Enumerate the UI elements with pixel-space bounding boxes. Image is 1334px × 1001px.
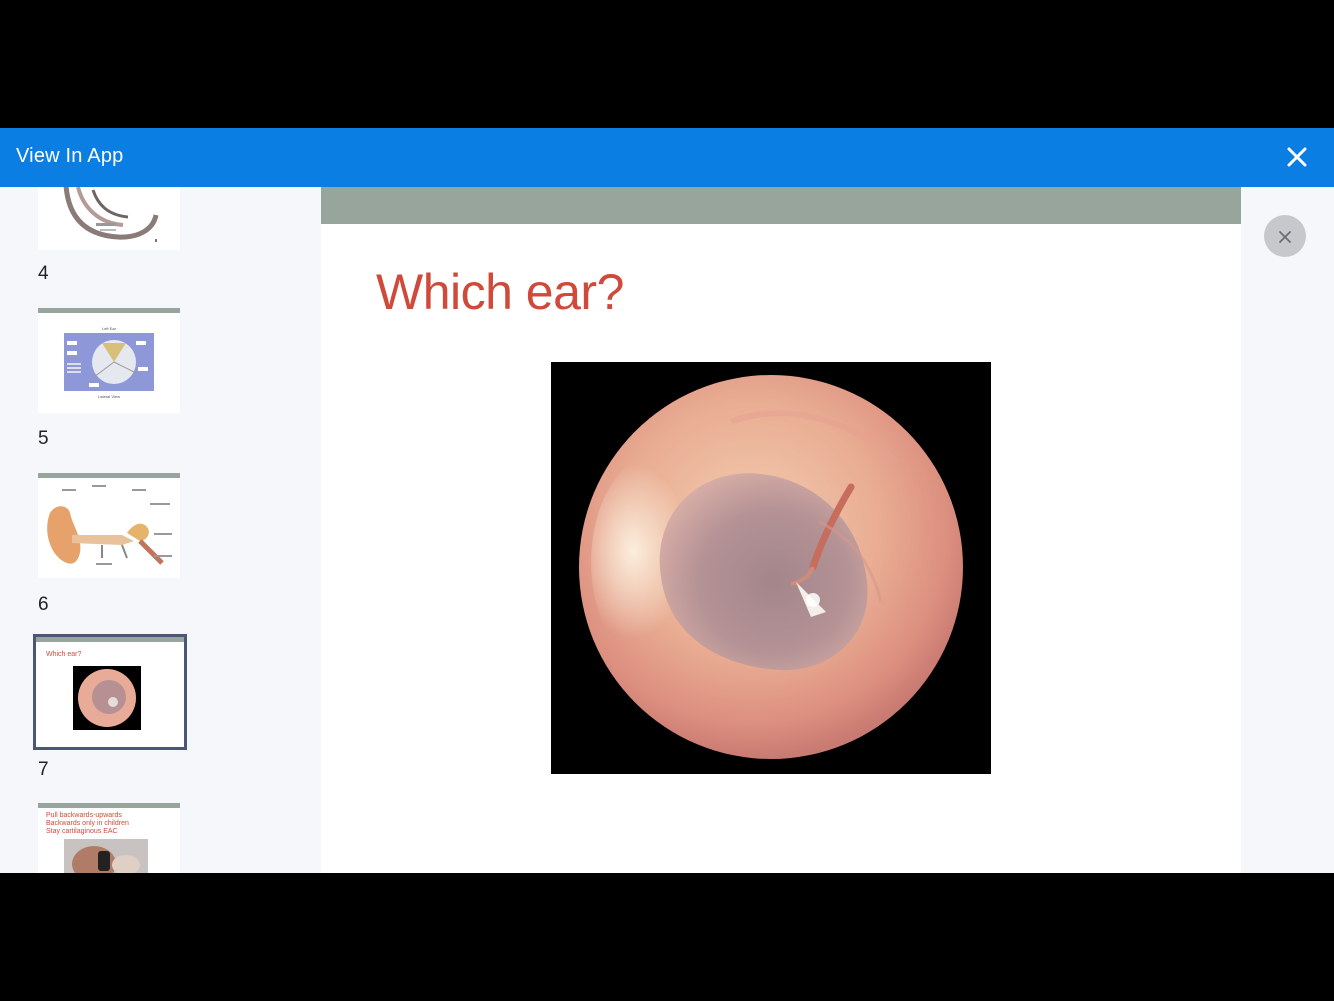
ear-anatomy-sketch-icon [63, 187, 159, 242]
close-icon [1279, 231, 1291, 243]
thumbnail-header-band [36, 637, 184, 642]
thumbnail-header-band [38, 803, 180, 808]
otoscope-photo-icon [64, 839, 148, 873]
presentation-viewer: 4 Left Ear Lateral View 5 6 Which ear? 7… [0, 187, 1334, 873]
ear-diagram-icon [64, 333, 154, 391]
otoscope-eardrum-image [551, 362, 991, 774]
slide-thumbnail-5[interactable]: Left Ear Lateral View [38, 308, 180, 413]
slide-number-6: 6 [38, 594, 49, 615]
bottom-letterbox [0, 873, 1334, 1001]
thumbnail-heading: Left Ear [101, 326, 116, 331]
thumbnail-caption: Lateral View [98, 394, 120, 399]
eardrum-photo [551, 362, 991, 774]
close-icon[interactable] [1282, 142, 1312, 172]
slide-number-5: 5 [38, 428, 49, 449]
view-in-app-bar: View In App [0, 128, 1334, 187]
slide-thumbnail-7-selected[interactable]: Which ear? [33, 634, 187, 750]
slide-header-band [321, 187, 1241, 224]
current-slide: Which ear? [321, 187, 1241, 873]
slide-number-4: 4 [38, 263, 49, 284]
slide-number-7: 7 [38, 759, 49, 780]
slide-thumbnail-8[interactable]: Pull backwards-upwards Backwards only in… [38, 803, 180, 873]
thumbnail-bullets: Pull backwards-upwards Backwards only in… [46, 812, 129, 835]
slide-thumbnail-sidebar[interactable]: 4 Left Ear Lateral View 5 6 Which ear? 7… [0, 187, 320, 873]
ear-cross-section-icon [47, 485, 172, 565]
slide-title: Which ear? [376, 264, 624, 320]
view-in-app-title[interactable]: View In App [16, 145, 123, 168]
close-viewer-button[interactable] [1264, 215, 1306, 257]
thumbnail-header-band [38, 308, 180, 313]
thumbnail-eardrum-image [73, 666, 141, 730]
thumbnail-title: Which ear? [46, 651, 82, 658]
slide-thumbnail-6[interactable] [38, 473, 180, 578]
thumbnail-header-band [38, 473, 180, 478]
slide-thumbnail-4[interactable] [38, 187, 180, 250]
